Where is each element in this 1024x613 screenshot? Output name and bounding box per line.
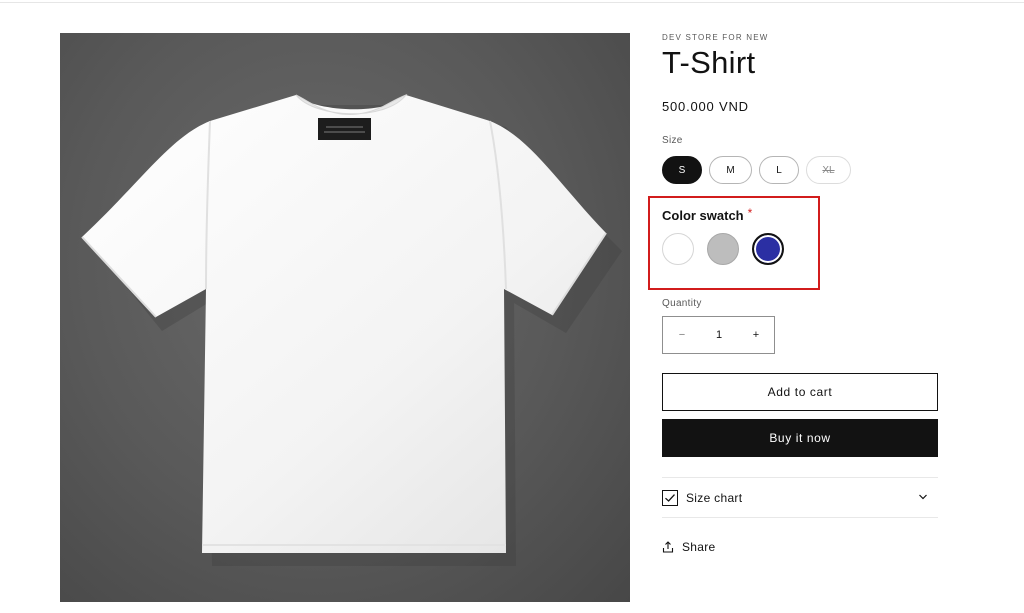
shirt-label-tag (318, 118, 371, 140)
required-mark: * (747, 206, 753, 220)
size-label: Size (662, 135, 683, 146)
tshirt-illustration (81, 93, 622, 566)
size-option-s[interactable]: S (662, 156, 702, 184)
blue-swatch[interactable] (752, 233, 784, 265)
size-option-l[interactable]: L (759, 156, 799, 184)
size-option-xl[interactable]: XL (806, 156, 851, 184)
size-option-m[interactable]: M (709, 156, 752, 184)
size-chart-accordion[interactable]: Size chart (662, 478, 938, 518)
product-price: 500.000 VND (662, 99, 749, 114)
quantity-label: Quantity (662, 298, 702, 309)
quantity-decrease-button[interactable]: − (663, 317, 701, 353)
header-divider (0, 0, 1024, 3)
add-to-cart-button[interactable]: Add to cart (662, 373, 938, 411)
quantity-increase-button[interactable]: + (737, 317, 775, 353)
buy-now-button[interactable]: Buy it now (662, 419, 938, 457)
share-icon (662, 541, 674, 553)
quantity-input[interactable]: 1 (701, 317, 737, 353)
chevron-down-icon (919, 494, 927, 500)
vendor-name: DEV STORE FOR NEW (662, 33, 769, 42)
share-label: Share (682, 540, 716, 554)
product-image[interactable] (60, 33, 630, 602)
color-swatch-label-text: Color swatch (662, 208, 744, 223)
color-swatch-label: Color swatch * (662, 206, 753, 223)
accordion-divider-bottom (662, 517, 938, 518)
checkbox-icon (662, 490, 678, 506)
share-button[interactable]: Share (662, 540, 716, 554)
quantity-stepper: − 1 + (662, 316, 775, 354)
product-title: T-Shirt (662, 45, 756, 80)
grey-swatch[interactable] (707, 233, 739, 265)
size-chart-label: Size chart (686, 491, 743, 505)
white-swatch[interactable] (662, 233, 694, 265)
